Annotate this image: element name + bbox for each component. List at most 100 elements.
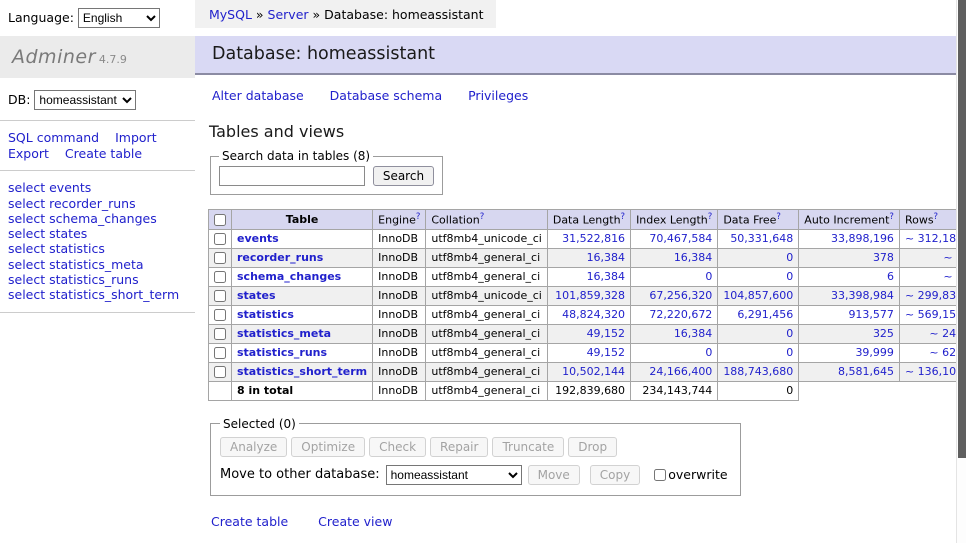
index-length-cell: 67,256,320: [631, 286, 718, 305]
select-all-checkbox[interactable]: [214, 214, 226, 226]
truncate-button[interactable]: Truncate: [492, 437, 564, 457]
row-checkbox-cell: [209, 248, 232, 267]
row-checkbox[interactable]: [214, 328, 226, 340]
breadcrumb-separator: »: [313, 7, 321, 22]
row-checkbox[interactable]: [214, 252, 226, 264]
table-name-link[interactable]: statistics_runs: [237, 346, 327, 359]
table-name-link[interactable]: recorder_runs: [237, 251, 323, 264]
sidebar-select-link[interactable]: select schema_changes: [8, 211, 195, 226]
data-free-cell: 0: [718, 343, 799, 362]
search-input[interactable]: [219, 166, 365, 186]
auto-increment-cell: 6: [799, 267, 900, 286]
create-table-link[interactable]: Create table: [211, 514, 288, 529]
data-free-cell: 188,743,680: [718, 362, 799, 381]
totals-index-length-cell: 234,143,744: [631, 381, 718, 400]
index-length-cell: 0: [631, 267, 718, 286]
help-link[interactable]: ?: [708, 212, 713, 222]
scrollbar[interactable]: [956, 0, 966, 543]
db-select[interactable]: homeassistant: [34, 90, 136, 110]
move-db-select[interactable]: homeassistant: [386, 465, 522, 485]
help-link[interactable]: ?: [934, 212, 939, 222]
copy-button[interactable]: Copy: [590, 465, 640, 485]
index-length-cell: 24,166,400: [631, 362, 718, 381]
breadcrumb-link-mysql[interactable]: MySQL: [209, 7, 252, 22]
row-checkbox[interactable]: [214, 290, 226, 302]
repair-button[interactable]: Repair: [430, 437, 488, 457]
db-label: DB:: [8, 92, 30, 107]
nav-link-privileges[interactable]: Privileges: [468, 88, 528, 103]
overwrite-option: overwrite: [654, 467, 727, 482]
sidebar-select-link[interactable]: select states: [8, 226, 195, 241]
optimize-button[interactable]: Optimize: [291, 437, 365, 457]
table-name-cell: statistics_short_term: [232, 362, 373, 381]
sidebar-table-list: select eventsselect recorder_runsselect …: [0, 171, 195, 313]
table-name-link[interactable]: statistics_short_term: [237, 365, 367, 378]
sidebar-link-create-table[interactable]: Create table: [65, 146, 142, 161]
sidebar-select-link[interactable]: select statistics_short_term: [8, 287, 195, 302]
table-name-link[interactable]: statistics_meta: [237, 327, 331, 340]
row-checkbox[interactable]: [214, 309, 226, 321]
db-row: DB: homeassistant: [0, 78, 195, 121]
analyze-button[interactable]: Analyze: [220, 437, 287, 457]
column-header[interactable]: Data Free?: [718, 210, 799, 230]
row-checkbox-cell: [209, 362, 232, 381]
search-legend: Search data in tables (8): [219, 149, 373, 163]
table-name-cell: statistics: [232, 305, 373, 324]
column-header[interactable]: Engine?: [373, 210, 426, 230]
column-header[interactable]: Auto Increment?: [799, 210, 900, 230]
data-length-cell: 31,522,816: [547, 229, 630, 248]
sidebar-select-link[interactable]: select statistics: [8, 241, 195, 256]
page-title: Database: homeassistant: [195, 36, 966, 75]
row-checkbox[interactable]: [214, 366, 226, 378]
language-select[interactable]: English: [78, 8, 160, 28]
table-name-link[interactable]: statistics: [237, 308, 294, 321]
sidebar-link-sql-command[interactable]: SQL command: [8, 130, 99, 145]
drop-button[interactable]: Drop: [568, 437, 617, 457]
overwrite-checkbox[interactable]: [654, 469, 666, 481]
row-checkbox[interactable]: [214, 233, 226, 245]
sidebar-link-import[interactable]: Import: [115, 130, 157, 145]
column-header[interactable]: Index Length?: [631, 210, 718, 230]
search-button[interactable]: Search: [373, 166, 434, 186]
sidebar-select-link[interactable]: select statistics_runs: [8, 272, 195, 287]
column-header[interactable]: Data Length?: [547, 210, 630, 230]
table-name-cell: states: [232, 286, 373, 305]
table-name-link[interactable]: states: [237, 289, 276, 302]
adminer-logo[interactable]: Adminer: [12, 46, 96, 68]
breadcrumb: MySQL » Server » Database: homeassistant: [195, 0, 496, 28]
create-links: Create table Create view: [211, 514, 966, 529]
row-checkbox[interactable]: [214, 347, 226, 359]
row-checkbox-cell: [209, 286, 232, 305]
section-title-tables-and-views: Tables and views: [209, 122, 966, 141]
index-length-cell: 70,467,584: [631, 229, 718, 248]
nav-link-database-schema[interactable]: Database schema: [330, 88, 442, 103]
table-name-link[interactable]: schema_changes: [237, 270, 341, 283]
table-row: schema_changesInnoDButf8mb4_general_ci16…: [209, 267, 966, 286]
create-view-link[interactable]: Create view: [318, 514, 392, 529]
help-link[interactable]: ?: [480, 212, 485, 222]
row-checkbox-cell: [209, 229, 232, 248]
nav-link-alter-database[interactable]: Alter database: [212, 88, 304, 103]
check-button[interactable]: Check: [369, 437, 426, 457]
totals-data-free-cell: 0: [718, 381, 799, 400]
auto-increment-cell: 325: [799, 324, 900, 343]
help-link[interactable]: ?: [889, 212, 894, 222]
sidebar-select-link[interactable]: select statistics_meta: [8, 257, 195, 272]
select-all-cell: [209, 210, 232, 230]
table-row: statistics_metaInnoDButf8mb4_general_ci4…: [209, 324, 966, 343]
table-name-link[interactable]: events: [237, 232, 279, 245]
column-header[interactable]: Collation?: [426, 210, 547, 230]
help-link[interactable]: ?: [416, 212, 421, 222]
sidebar-select-link[interactable]: select events: [8, 180, 195, 195]
sidebar-link-export[interactable]: Export: [8, 146, 49, 161]
scrollbar-thumb[interactable]: [958, 0, 966, 458]
sidebar-select-link[interactable]: select recorder_runs: [8, 196, 195, 211]
column-header[interactable]: Table: [232, 210, 373, 230]
row-checkbox[interactable]: [214, 271, 226, 283]
move-button[interactable]: Move: [528, 465, 580, 485]
engine-cell: InnoDB: [373, 267, 426, 286]
selected-legend: Selected (0): [220, 417, 299, 431]
breadcrumb-link-server[interactable]: Server: [268, 7, 309, 22]
help-link[interactable]: ?: [776, 212, 781, 222]
help-link[interactable]: ?: [621, 212, 626, 222]
